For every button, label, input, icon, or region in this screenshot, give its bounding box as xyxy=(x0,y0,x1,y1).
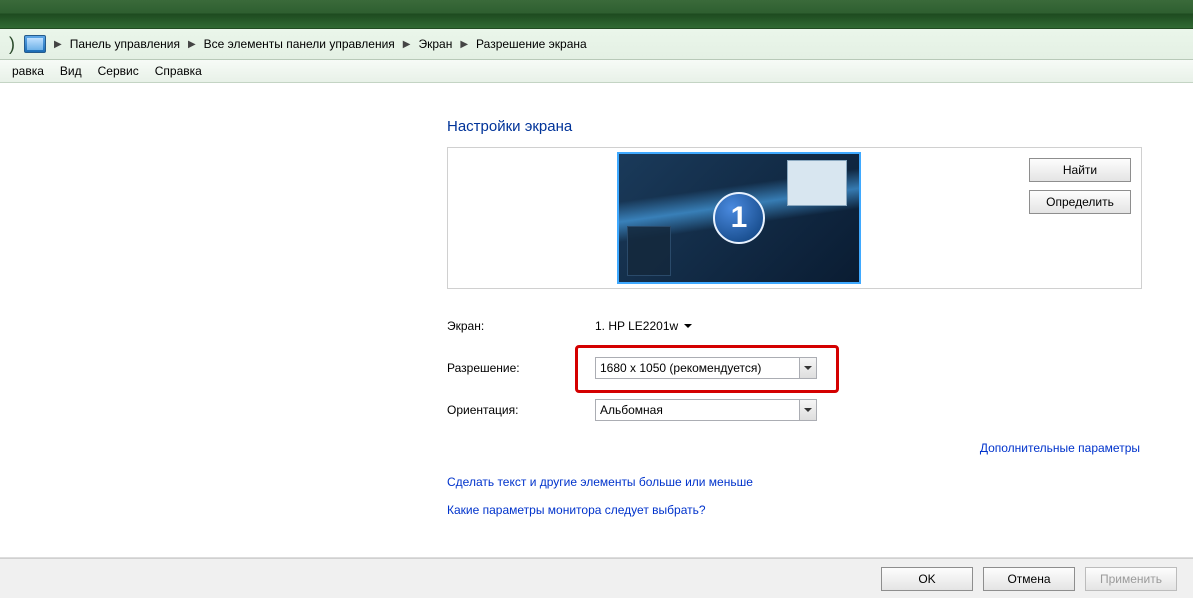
menu-item-view[interactable]: Вид xyxy=(52,62,90,80)
content-area: Настройки экрана 1 Найти Определить Экра… xyxy=(0,83,1193,558)
advanced-settings-link[interactable]: Дополнительные параметры xyxy=(980,441,1140,455)
resolution-label: Разрешение: xyxy=(447,361,595,375)
section-title: Настройки экрана xyxy=(447,118,1147,135)
orientation-label: Ориентация: xyxy=(447,403,595,417)
find-button[interactable]: Найти xyxy=(1029,158,1131,182)
field-row-orientation: Ориентация: Альбомная xyxy=(447,399,1147,421)
menu-item-tools[interactable]: Сервис xyxy=(90,62,147,80)
chevron-down-icon xyxy=(684,324,692,328)
address-bar: ) ▶ Панель управления ▶ Все элементы пан… xyxy=(0,29,1193,60)
mini-taskbar-icon xyxy=(627,226,671,276)
mini-window-icon xyxy=(787,160,847,206)
display-number-badge: 1 xyxy=(713,192,765,244)
display-value: 1. HP LE2201w xyxy=(595,319,678,333)
display-label: Экран: xyxy=(447,319,595,333)
resolution-value: 1680 x 1050 (рекомендуется) xyxy=(600,361,761,375)
chevron-right-icon[interactable]: ▶ xyxy=(399,39,415,50)
ok-button[interactable]: OK xyxy=(881,567,973,591)
text-size-link[interactable]: Сделать текст и другие элементы больше и… xyxy=(447,475,1147,489)
field-row-resolution: Разрешение: 1680 x 1050 (рекомендуется) xyxy=(447,357,1147,379)
breadcrumb-item[interactable]: Панель управления xyxy=(68,35,182,53)
identify-button[interactable]: Определить xyxy=(1029,190,1131,214)
chevron-right-icon[interactable]: ▶ xyxy=(50,39,66,50)
nav-back-button[interactable]: ) xyxy=(6,33,18,55)
orientation-dropdown[interactable]: Альбомная xyxy=(595,399,817,421)
apply-button[interactable]: Применить xyxy=(1085,567,1177,591)
window-titlebar xyxy=(0,0,1193,29)
breadcrumb-item[interactable]: Разрешение экрана xyxy=(474,35,589,53)
chevron-down-icon xyxy=(799,400,816,420)
breadcrumb: ▶ Панель управления ▶ Все элементы панел… xyxy=(50,35,589,53)
dialog-footer: OK Отмена Применить xyxy=(0,558,1193,598)
menu-item-edit[interactable]: равка xyxy=(4,62,52,80)
control-panel-icon xyxy=(24,35,46,53)
orientation-value: Альбомная xyxy=(600,403,663,417)
chevron-right-icon[interactable]: ▶ xyxy=(456,39,472,50)
chevron-right-icon[interactable]: ▶ xyxy=(184,39,200,50)
chevron-down-icon xyxy=(799,358,816,378)
menu-bar: равка Вид Сервис Справка xyxy=(0,60,1193,83)
display-thumbnail[interactable]: 1 xyxy=(617,152,861,284)
display-preview-box: 1 Найти Определить xyxy=(447,147,1142,289)
settings-fields: Экран: 1. HP LE2201w Разрешение: 1680 x … xyxy=(447,315,1147,421)
breadcrumb-item[interactable]: Все элементы панели управления xyxy=(202,35,397,53)
breadcrumb-item[interactable]: Экран xyxy=(416,35,454,53)
field-row-display: Экран: 1. HP LE2201w xyxy=(447,315,1147,337)
cancel-button[interactable]: Отмена xyxy=(983,567,1075,591)
monitor-help-link[interactable]: Какие параметры монитора следует выбрать… xyxy=(447,503,1147,517)
resolution-dropdown[interactable]: 1680 x 1050 (рекомендуется) xyxy=(595,357,817,379)
menu-item-help[interactable]: Справка xyxy=(147,62,210,80)
display-dropdown[interactable]: 1. HP LE2201w xyxy=(595,319,692,333)
